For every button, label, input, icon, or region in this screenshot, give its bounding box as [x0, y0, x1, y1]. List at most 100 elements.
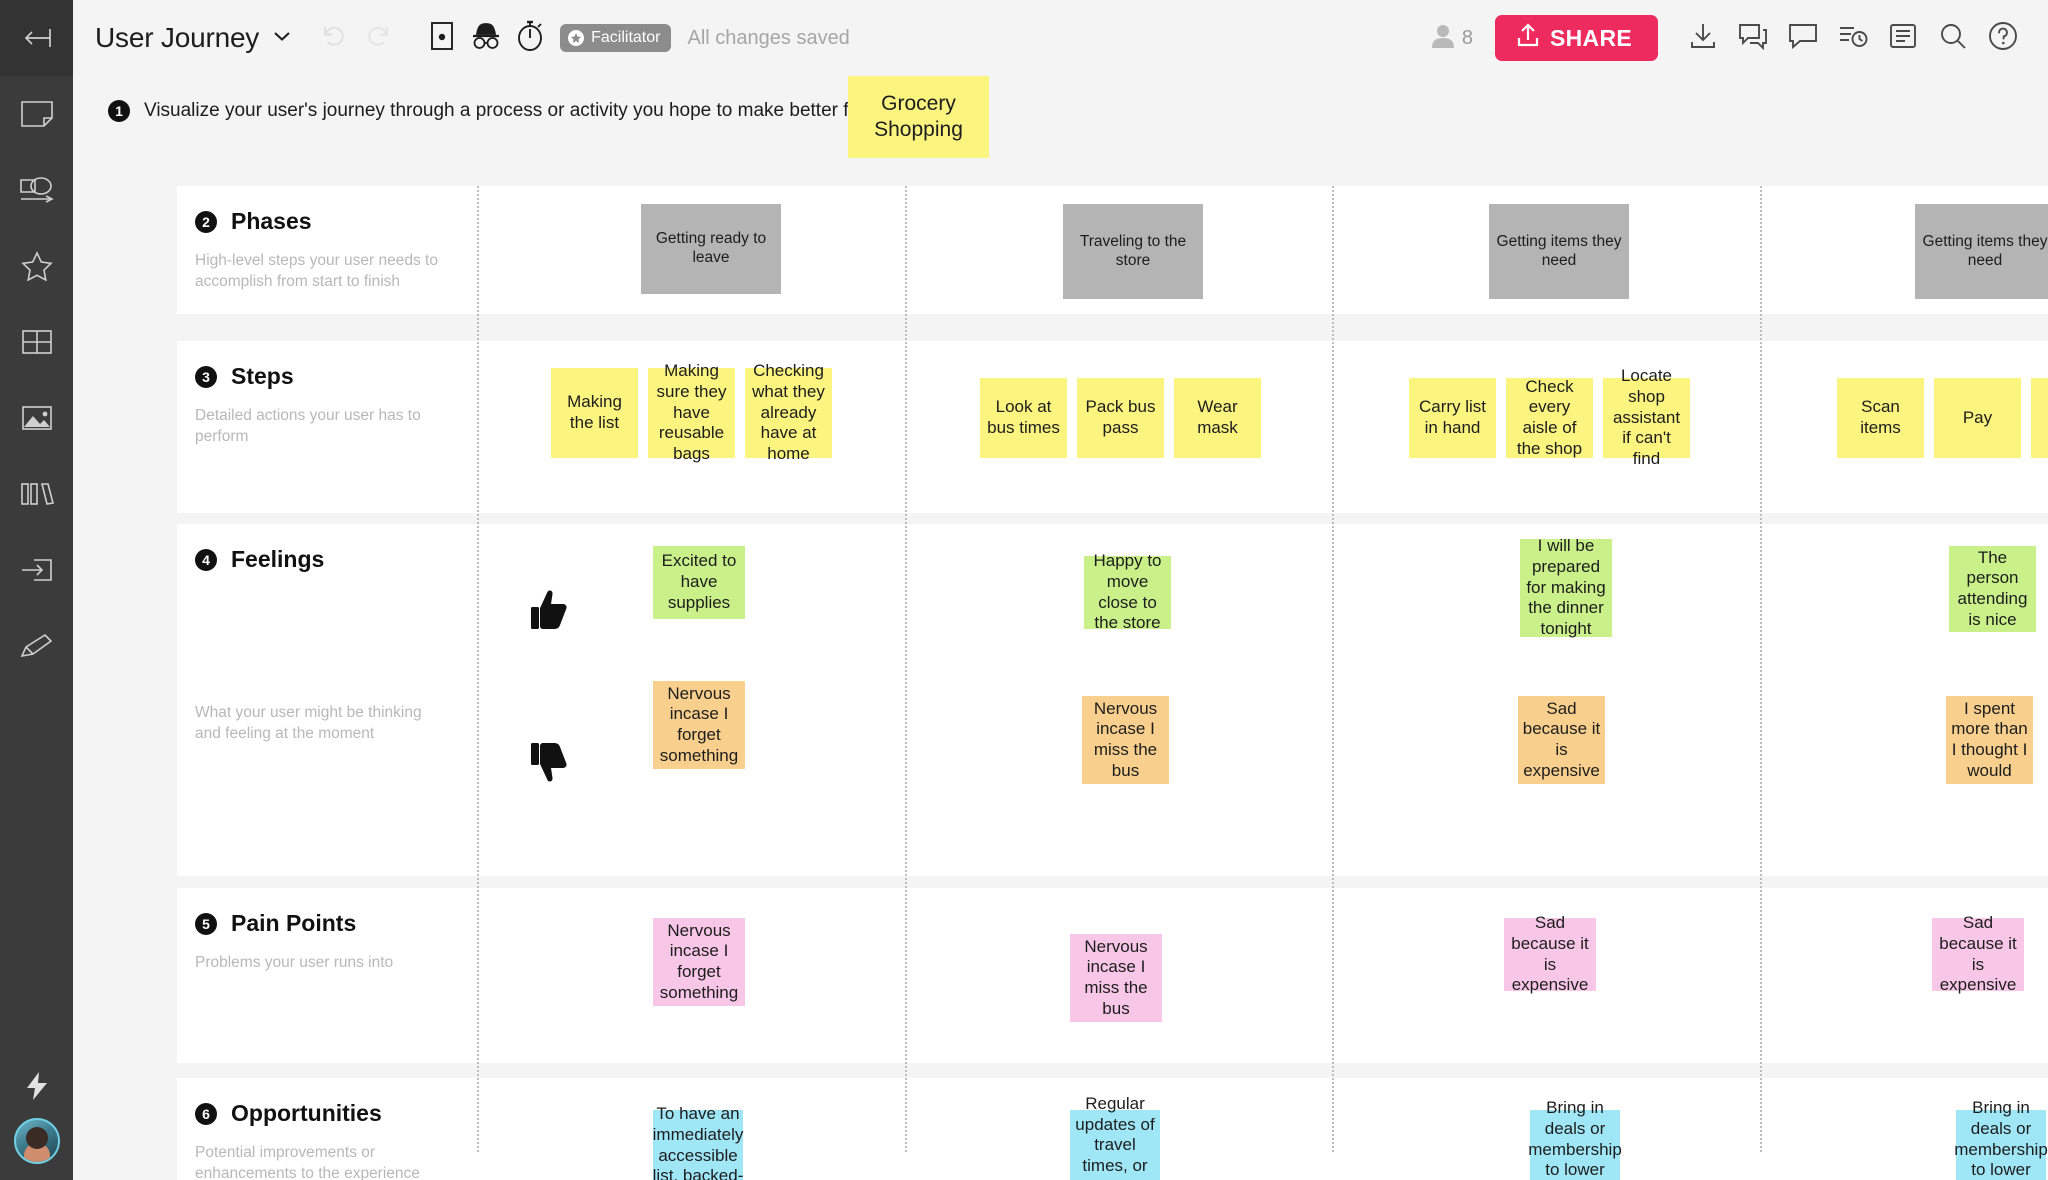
page-title[interactable]: User Journey	[95, 22, 259, 54]
present-button[interactable]	[420, 16, 464, 60]
row-title: Steps	[231, 363, 294, 389]
opportunity-note[interactable]: Bring in deals or membership to lower co…	[1954, 1098, 2048, 1180]
redo-button[interactable]	[356, 16, 400, 60]
phase-note[interactable]: Getting items they need	[1489, 204, 1629, 299]
phase-note[interactable]: Getting ready to leave	[641, 204, 781, 294]
board-canvas: User Journey Facilitator All changes sav…	[73, 0, 2048, 1180]
timer-icon	[516, 20, 544, 57]
undo-icon	[321, 23, 347, 54]
sidebar-item-star[interactable]	[0, 228, 73, 304]
feeling-positive-note[interactable]: Excited to have supplies	[653, 546, 745, 619]
sidebar-item-import[interactable]	[0, 532, 73, 608]
feeling-positive-note[interactable]: Happy to move close to the store	[1084, 551, 1171, 632]
pain-point-note[interactable]: Nervous incase I miss the bus	[1070, 934, 1162, 1022]
feeling-negative-note[interactable]: I spent more than I thought I would	[1946, 696, 2033, 784]
row-number-badge: 4	[195, 548, 217, 571]
step-note[interactable]: Scan items	[1837, 378, 1924, 458]
pen-icon	[20, 633, 54, 659]
row-number-badge: 2	[195, 210, 217, 233]
shapes-icon	[19, 176, 55, 204]
download-button[interactable]	[1680, 15, 1726, 61]
download-icon	[1689, 22, 1717, 55]
step-note[interactable]: Making the list	[551, 368, 638, 458]
sidebar-item-bolt[interactable]	[0, 1058, 73, 1118]
step-note[interactable]: Pack bus pass	[1077, 378, 1164, 458]
feeling-positive-note[interactable]: I will be prepared for making the dinner…	[1520, 536, 1612, 638]
board-title-note[interactable]: Grocery Shopping	[848, 76, 989, 158]
sidebar-item-pen[interactable]	[0, 608, 73, 684]
feeling-negative-note[interactable]: Nervous incase I forget something	[653, 681, 745, 769]
phase-note[interactable]: Getting items they need	[1915, 204, 2048, 299]
pain-point-note[interactable]: Sad because it is expensive	[1932, 913, 2024, 994]
row-title: Phases	[231, 208, 312, 234]
feeling-positive-note[interactable]: The person attending is nice	[1949, 546, 2036, 632]
opportunity-note[interactable]: Regular updates of travel times, or mult…	[1070, 1094, 1160, 1180]
step-note[interactable]: Pay	[1934, 378, 2021, 458]
row-description: Detailed actions your user has to perfor…	[195, 407, 421, 445]
cards-icon	[20, 481, 54, 507]
redo-icon	[365, 23, 391, 54]
undo-button[interactable]	[312, 16, 356, 60]
chevron-down-icon	[272, 29, 292, 47]
comment-icon	[1738, 22, 1768, 55]
journey-map: 1 Visualize your user's journey through …	[73, 76, 2048, 1180]
step-note[interactable]: Checking what they already have at home	[745, 361, 832, 463]
feeling-negative-note[interactable]: Nervous incase I miss the bus	[1082, 696, 1169, 784]
import-icon	[20, 557, 54, 583]
sidebar-item-cards[interactable]	[0, 456, 73, 532]
sidebar-item-frame[interactable]	[0, 304, 73, 380]
pain-point-note[interactable]: Nervous incase I forget something	[653, 918, 745, 1006]
comment-button[interactable]	[1730, 15, 1776, 61]
phase-note[interactable]: Traveling to the store	[1063, 204, 1203, 299]
chat-button[interactable]	[1780, 15, 1826, 61]
opportunity-note[interactable]: To have an immediately accessible list, …	[653, 1104, 743, 1180]
save-status: All changes saved	[687, 26, 850, 49]
row-description: High-level steps your user needs to acco…	[195, 252, 438, 290]
outline-button[interactable]	[1880, 15, 1926, 61]
miro-board-app: User Journey Facilitator All changes sav…	[0, 0, 2048, 1180]
share-label: SHARE	[1549, 24, 1632, 51]
step-note[interactable]: Carry list in hand	[1409, 378, 1496, 458]
sidebar-item-image[interactable]	[0, 380, 73, 456]
step-note[interactable]: Making sure they have reusable bags	[648, 361, 735, 463]
step-number-badge: 1	[108, 100, 130, 122]
pain-point-note[interactable]: Sad because it is expensive	[1504, 913, 1596, 994]
chat-icon	[1788, 22, 1818, 55]
feeling-negative-note[interactable]: Sad because it is expensive	[1518, 696, 1605, 784]
search-button[interactable]	[1930, 15, 1976, 61]
opportunity-note[interactable]: Bring in deals or membership to lower co…	[1528, 1098, 1622, 1180]
sidebar-item-sticky-note[interactable]	[0, 76, 73, 152]
share-button[interactable]: SHARE	[1494, 15, 1658, 61]
column-divider-4	[1760, 186, 1762, 1152]
row-number-badge: 6	[195, 1102, 217, 1125]
intro-line: 1 Visualize your user's journey through …	[108, 100, 918, 122]
collaborators-count[interactable]: 8	[1431, 24, 1473, 53]
present-icon	[430, 21, 454, 56]
activity-button[interactable]	[1830, 15, 1876, 61]
person-icon	[1431, 24, 1454, 53]
sidebar-item-shapes[interactable]	[0, 152, 73, 228]
step-note[interactable]: Look at bus times	[980, 378, 1067, 458]
facilitator-badge[interactable]: Facilitator	[560, 24, 672, 52]
bolt-icon	[24, 1071, 50, 1106]
timer-button[interactable]	[508, 16, 552, 60]
thumbs-down-icon	[529, 740, 569, 784]
row-label-pain-points: 5 Pain Points Problems your user runs in…	[195, 888, 485, 1063]
outline-list-icon	[1889, 22, 1917, 55]
help-button[interactable]	[1980, 15, 2026, 61]
title-dropdown-button[interactable]	[272, 29, 292, 47]
incognito-button[interactable]	[464, 16, 508, 60]
step-note[interactable]: Load bags	[2031, 378, 2048, 458]
step-note[interactable]: Check every aisle of the shop	[1506, 377, 1593, 458]
row-label-opportunities: 6 Opportunities Potential improvements o…	[195, 1078, 485, 1180]
avatar[interactable]	[13, 1118, 60, 1164]
row-feelings: 4 Feelings What your user might be think…	[177, 524, 2048, 876]
row-title: Pain Points	[231, 910, 357, 936]
row-description: What your user might be thinking and fee…	[195, 704, 422, 742]
step-note[interactable]: Locate shop assistant if can't find	[1603, 366, 1690, 468]
collapse-icon	[22, 27, 52, 49]
step-note[interactable]: Wear mask	[1174, 378, 1261, 458]
sidebar-item-collapse[interactable]	[0, 0, 73, 76]
row-number-badge: 3	[195, 365, 217, 388]
column-divider-3	[1332, 186, 1334, 1152]
